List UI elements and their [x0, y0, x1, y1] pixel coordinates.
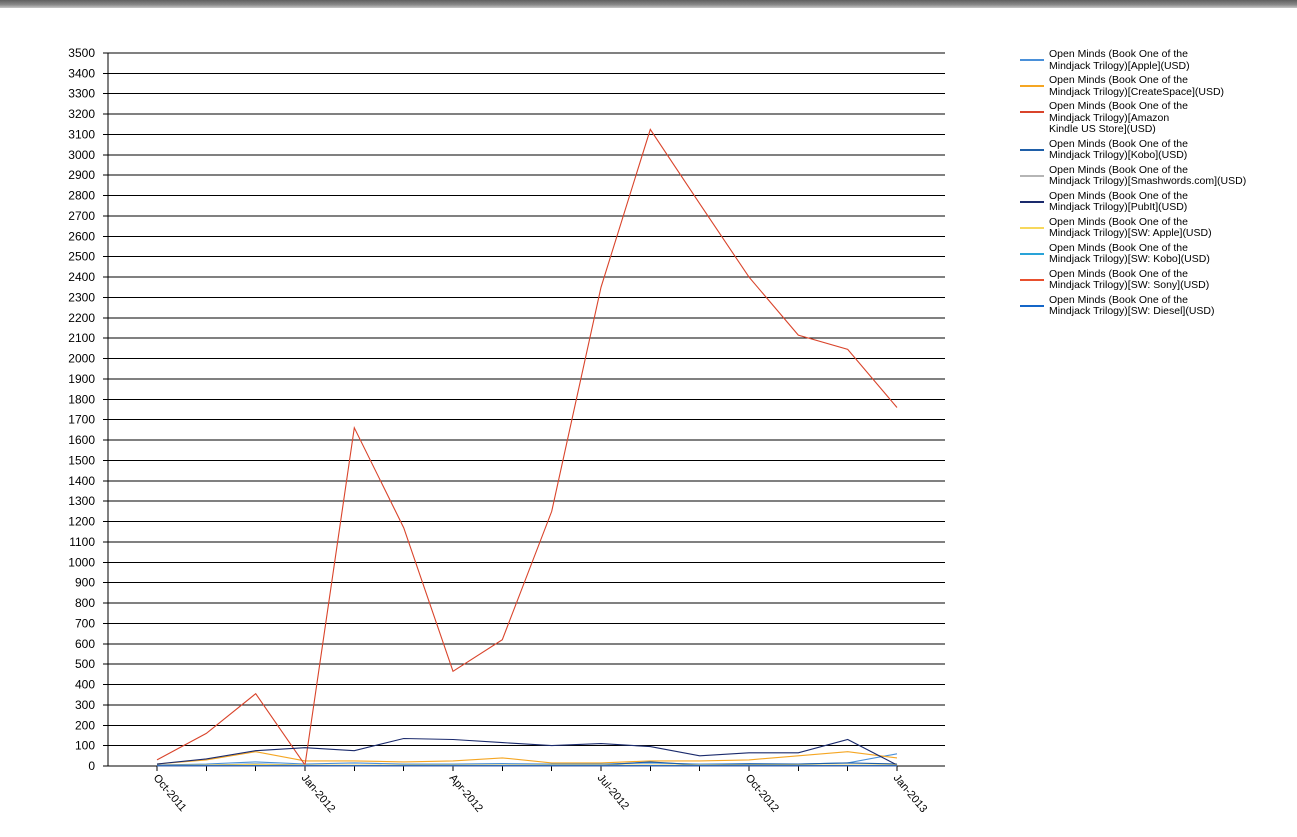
y-tick-label: 900: [75, 576, 95, 590]
series-line: [156, 753, 898, 766]
x-tick-label: Jan-2012: [299, 772, 338, 815]
y-tick-label: 1200: [68, 515, 95, 529]
legend-swatch: [1020, 85, 1044, 87]
y-tick-label: 3500: [68, 46, 95, 60]
y-tick-label: 2600: [68, 229, 95, 243]
x-tick-label: Jul-2012: [595, 772, 631, 812]
legend-item: Open Minds (Book One of the Mindjack Tri…: [1020, 241, 1290, 266]
y-tick-label: 800: [75, 596, 95, 610]
series-line: [156, 128, 898, 767]
y-tick-label: 3300: [68, 87, 95, 101]
legend-item: Open Minds (Book One of the Mindjack Tri…: [1020, 215, 1290, 240]
y-tick-label: 1800: [68, 392, 95, 406]
y-tick-label: 600: [75, 637, 95, 651]
y-tick-label: 3000: [68, 148, 95, 162]
y-tick-label: 3100: [68, 127, 95, 141]
y-tick-label: 400: [75, 678, 95, 692]
y-tick-label: 3400: [68, 66, 95, 80]
y-tick-label: 200: [75, 718, 95, 732]
x-tick-label: Jan-2013: [891, 772, 930, 815]
legend-swatch: [1020, 59, 1044, 61]
legend-label: Open Minds (Book One of the Mindjack Tri…: [1049, 293, 1215, 317]
y-tick-label: 3200: [68, 107, 95, 121]
legend-label: Open Minds (Book One of the Mindjack Tri…: [1049, 163, 1247, 187]
legend-item: Open Minds (Book One of the Mindjack Tri…: [1020, 74, 1290, 98]
y-tick-label: 1400: [68, 474, 95, 488]
legend-item: Open Minds (Book One of the Mindjack Tri…: [1020, 189, 1290, 214]
legend-label: Open Minds (Book One of the Mindjack Tri…: [1049, 241, 1210, 265]
y-tick-label: 700: [75, 616, 95, 630]
y-tick-label: 100: [75, 739, 95, 753]
legend-item: Open Minds (Book One of the Mindjack Tri…: [1020, 137, 1290, 162]
legend-label: Open Minds (Book One of the Mindjack Tri…: [1049, 137, 1188, 161]
legend-item: Open Minds (Book One of the Mindjack Tri…: [1020, 163, 1290, 188]
y-tick-label: 2400: [68, 270, 95, 284]
y-tick-label: 2100: [68, 331, 95, 345]
legend-label: Open Minds (Book One of the Mindjack Tri…: [1049, 48, 1190, 72]
y-tick-label: 1300: [68, 494, 95, 508]
legend-swatch: [1020, 148, 1044, 151]
legend-label: Open Minds (Book One of the Mindjack Tri…: [1049, 74, 1225, 98]
legend-label: Open Minds (Book One of the Mindjack Tri…: [1049, 100, 1188, 135]
legend-item: Open Minds (Book One of the Mindjack Tri…: [1020, 293, 1290, 318]
legend-item: Open Minds (Book One of the Mindjack Tri…: [1020, 100, 1290, 136]
x-tick-label: Oct-2011: [151, 772, 189, 814]
legend-swatch: [1020, 304, 1044, 307]
y-tick-label: 1700: [68, 413, 95, 427]
chart-legend: Open Minds (Book One of the Mindjack Tri…: [1020, 48, 1290, 321]
legend-item: Open Minds (Book One of the Mindjack Tri…: [1020, 267, 1290, 292]
legend-item: Open Minds (Book One of the Mindjack Tri…: [1020, 48, 1290, 72]
y-tick-label: 300: [75, 698, 95, 712]
legend-swatch: [1020, 174, 1044, 177]
legend-swatch: [1020, 252, 1044, 255]
y-tick-label: 1500: [68, 453, 95, 467]
legend-label: Open Minds (Book One of the Mindjack Tri…: [1049, 215, 1212, 239]
y-tick-label: 2700: [68, 209, 95, 223]
y-tick-label: 500: [75, 657, 95, 671]
y-tick-label: 1000: [68, 555, 95, 569]
legend-swatch: [1020, 200, 1044, 203]
y-tick-label: 2900: [68, 168, 95, 182]
y-tick-label: 0: [88, 759, 95, 773]
y-tick-label: 1900: [68, 372, 95, 386]
y-tick-label: 2000: [68, 352, 95, 366]
legend-swatch: [1020, 111, 1044, 113]
series-line: [156, 737, 898, 766]
x-tick-label: Apr-2012: [447, 772, 485, 814]
y-tick-label: 1100: [69, 535, 95, 549]
legend-label: Open Minds (Book One of the Mindjack Tri…: [1049, 267, 1210, 291]
legend-swatch: [1020, 278, 1044, 281]
y-tick-label: 2500: [68, 250, 95, 264]
y-tick-label: 2300: [68, 290, 95, 304]
legend-label: Open Minds (Book One of the Mindjack Tri…: [1049, 189, 1188, 213]
x-tick-label: Oct-2012: [743, 772, 781, 814]
y-tick-label: 2200: [68, 311, 95, 325]
legend-swatch: [1020, 226, 1044, 229]
y-tick-label: 1600: [68, 433, 95, 447]
y-tick-label: 2800: [68, 189, 95, 203]
